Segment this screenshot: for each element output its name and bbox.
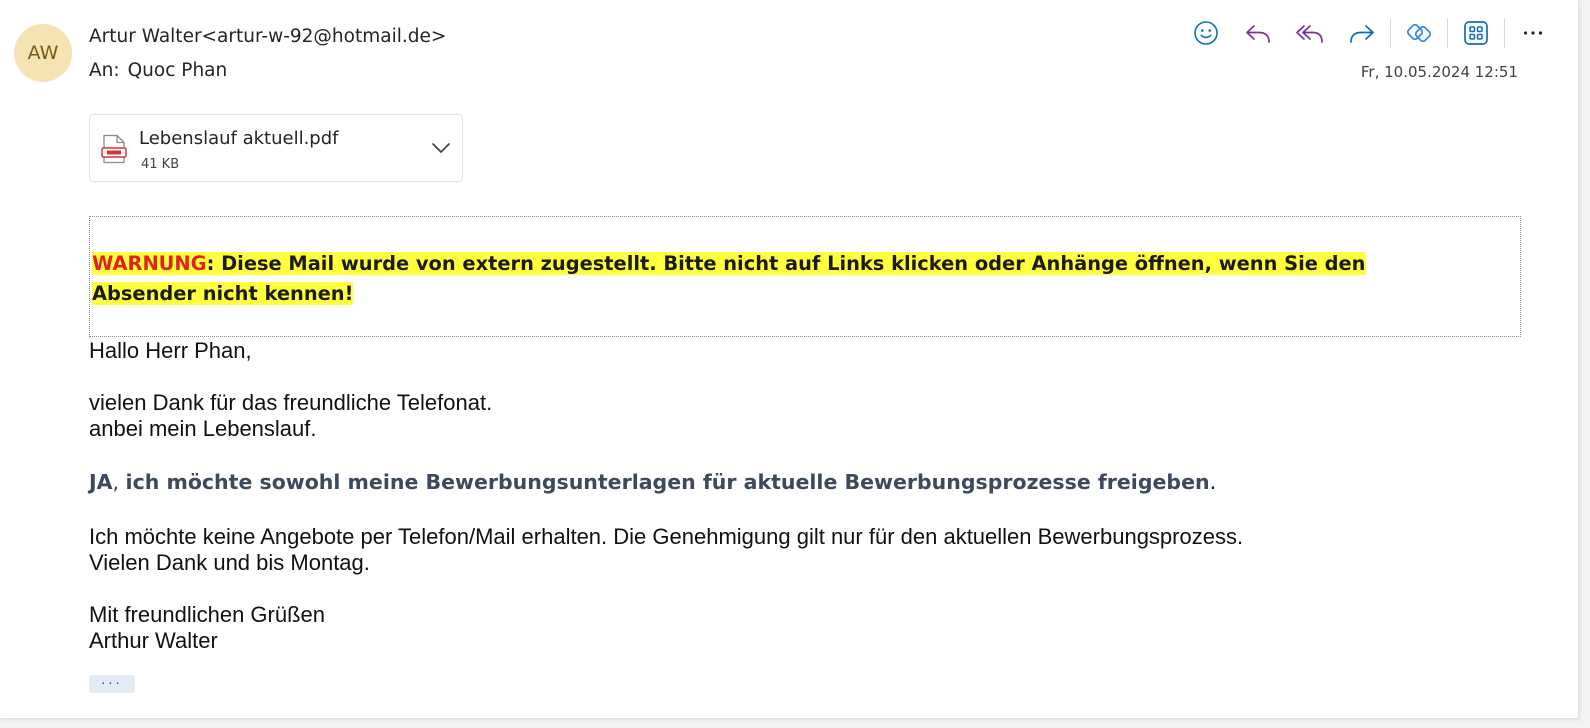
greeting: Hallo Herr Phan, bbox=[89, 338, 252, 363]
body-line-1: vielen Dank für das freundliche Telefona… bbox=[89, 390, 493, 415]
recipient-line: An: Quoc Phan bbox=[89, 60, 227, 81]
more-actions-button[interactable] bbox=[1513, 14, 1553, 52]
consent-text: ich möchte sowohl meine Bewerbungsunterl… bbox=[125, 470, 1210, 494]
avatar[interactable]: AW bbox=[14, 24, 72, 82]
reply-all-icon bbox=[1296, 25, 1323, 43]
sender-name[interactable]: Artur Walter<artur-w-92@hotmail.de> bbox=[89, 26, 446, 47]
more-icon bbox=[1523, 31, 1543, 35]
forward-icon bbox=[1350, 25, 1374, 43]
consent-comma: , bbox=[112, 470, 126, 494]
apps-button[interactable] bbox=[1456, 14, 1496, 52]
warning-keyword: WARNUNG bbox=[92, 252, 207, 275]
reply-button[interactable] bbox=[1238, 14, 1278, 52]
body-line-3: Ich möchte keine Angebote per Telefon/Ma… bbox=[89, 524, 1244, 549]
viva-insights-button[interactable] bbox=[1399, 14, 1439, 52]
viva-insights-icon bbox=[1406, 23, 1432, 43]
attachment-name: Lebenslauf aktuell.pdf bbox=[139, 128, 339, 149]
warning-text: WARNUNG: Diese Mail wurde von extern zug… bbox=[92, 249, 1472, 309]
chevron-down-icon[interactable] bbox=[430, 139, 452, 157]
mail-reading-pane: AW Artur Walter<artur-w-92@hotmail.de> A… bbox=[0, 0, 1579, 719]
emoji-icon bbox=[1194, 21, 1218, 45]
consent-ja: JA bbox=[89, 470, 113, 494]
message-toolbar bbox=[1180, 14, 1559, 52]
signature: Arthur Walter bbox=[89, 628, 218, 653]
body-line-2: anbei mein Lebenslauf. bbox=[89, 416, 317, 441]
toolbar-divider bbox=[1447, 18, 1448, 48]
reply-all-button[interactable] bbox=[1290, 14, 1330, 52]
attachment-size: 41 KB bbox=[141, 157, 180, 172]
forward-button[interactable] bbox=[1342, 14, 1382, 52]
expand-quoted-text-button[interactable]: ··· bbox=[89, 675, 135, 693]
attachment-card[interactable]: Lebenslauf aktuell.pdf 41 KB bbox=[89, 114, 463, 182]
body-line-4: Vielen Dank und bis Montag. bbox=[89, 550, 370, 575]
emoji-button[interactable] bbox=[1186, 14, 1226, 52]
recipient-label: An: bbox=[89, 60, 120, 81]
sent-date: Fr, 10.05.2024 12:51 bbox=[1360, 63, 1518, 81]
warning-message: : Diese Mail wurde von extern zugestellt… bbox=[92, 252, 1366, 305]
toolbar-divider bbox=[1504, 18, 1505, 48]
pdf-file-icon bbox=[101, 134, 127, 164]
consent-statement: JA, ich möchte sowohl meine Bewerbungsun… bbox=[89, 470, 1216, 494]
closing: Mit freundlichen Grüßen bbox=[89, 602, 325, 627]
apps-icon bbox=[1464, 21, 1488, 45]
toolbar-divider bbox=[1390, 18, 1391, 48]
external-warning-banner: WARNUNG: Diese Mail wurde von extern zug… bbox=[89, 216, 1521, 337]
reply-icon bbox=[1246, 25, 1270, 43]
consent-period: . bbox=[1209, 470, 1217, 494]
recipient-name[interactable]: Quoc Phan bbox=[128, 60, 228, 81]
